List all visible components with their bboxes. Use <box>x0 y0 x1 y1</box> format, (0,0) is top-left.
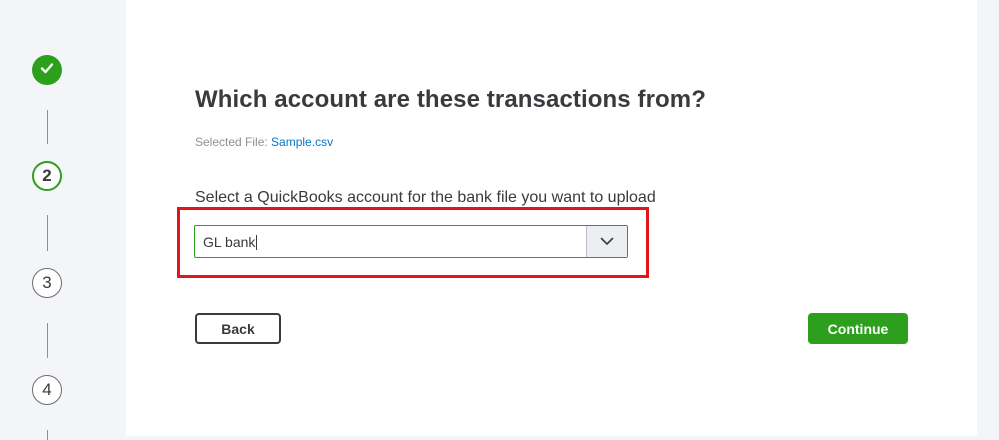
step-number: 3 <box>42 273 52 292</box>
account-select-label: Select a QuickBooks account for the bank… <box>195 189 656 206</box>
step-2-current: 2 <box>32 161 62 191</box>
step-4: 4 <box>32 375 62 405</box>
continue-button[interactable]: Continue <box>808 313 908 344</box>
step-number: 4 <box>42 380 52 399</box>
step-number: 2 <box>42 166 52 185</box>
main-card: Which account are these transactions fro… <box>126 0 977 436</box>
back-button[interactable]: Back <box>195 313 281 344</box>
selected-file-label: Selected File: <box>195 135 268 149</box>
selected-file-info: Selected File: Sample.csv <box>195 135 333 149</box>
step-connector <box>47 215 48 251</box>
chevron-down-icon <box>600 233 614 251</box>
step-progress-indicator: 2 3 4 <box>0 0 120 440</box>
step-connector <box>47 430 48 440</box>
account-select[interactable]: GL bank <box>194 225 628 258</box>
page-title: Which account are these transactions fro… <box>195 86 706 113</box>
step-1-complete <box>32 55 62 85</box>
step-3: 3 <box>32 268 62 298</box>
step-connector <box>47 323 48 358</box>
checkmark-icon <box>39 60 55 81</box>
account-select-value[interactable]: GL bank <box>203 234 258 250</box>
selected-file-name: Sample.csv <box>271 135 334 149</box>
step-connector <box>47 110 48 144</box>
dropdown-toggle-button[interactable] <box>586 226 627 257</box>
text-cursor <box>256 235 258 250</box>
